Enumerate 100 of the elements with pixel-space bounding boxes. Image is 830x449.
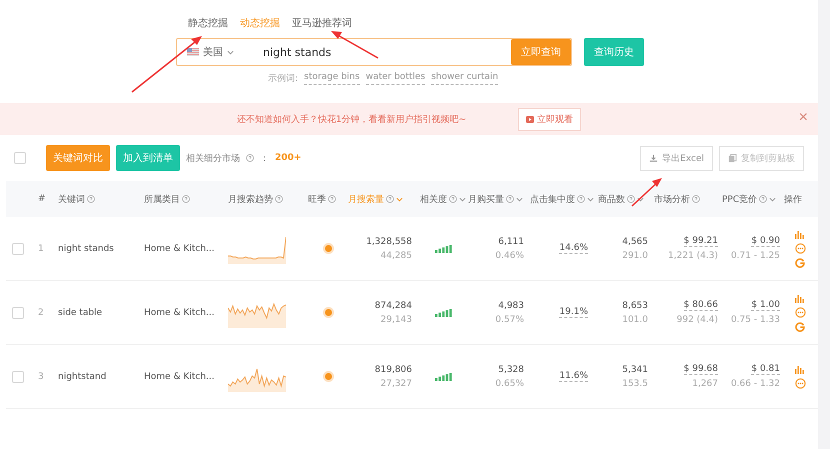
peak-season-icon [324,309,332,316]
mode-tab[interactable]: 动态挖掘 [240,16,280,38]
notice-text: 还不知道如何入手？快花1分钟，看看新用户指引视频吧~ [236,114,466,126]
search-volume-daily: 29,143 [380,314,412,324]
search-field[interactable]: 美国 night stands 立即查询 [176,38,572,66]
purchase-count: 4,983 [498,300,524,310]
purchase-rate: 0.46% [495,250,524,260]
search-volume-daily: 44,285 [380,250,412,260]
separator-text: ： [260,152,269,164]
chevron-down-icon[interactable] [516,196,523,202]
copy-icon [728,154,737,162]
purchase-count: 6,111 [498,236,524,246]
bar-chart-icon[interactable] [795,294,805,302]
product-ratio: 101.0 [622,314,648,324]
ppc-bid: $ 0.90 [751,236,780,247]
search-volume-daily: 27,327 [380,378,412,388]
ppc-bid: $ 0.81 [751,364,780,375]
category-text: Home & Kitch... [144,372,216,382]
search-button[interactable]: 立即查询 [511,39,571,65]
chevron-down-icon[interactable] [396,196,403,202]
help-icon[interactable] [386,195,394,203]
purchase-count: 5,328 [498,364,524,374]
add-to-list-button[interactable]: 加入到清单 [116,145,180,171]
google-icon[interactable] [795,258,805,268]
example-keyword-link[interactable]: shower curtain [431,72,498,85]
help-icon[interactable] [246,154,254,162]
search-volume: 1,328,558 [366,236,412,246]
help-icon[interactable] [506,195,514,203]
help-icon[interactable] [328,195,336,203]
help-icon[interactable] [627,195,635,203]
export-button[interactable]: 导出Excel [640,146,713,170]
help-icon[interactable] [182,195,190,203]
column-header[interactable]: 月购买量 [468,192,530,206]
chevron-down-icon[interactable] [587,196,594,202]
row-checkbox[interactable] [12,242,24,254]
relevance-bars-icon [435,245,453,254]
review-count: 1,267 [692,379,718,389]
history-button[interactable]: 查询历史 [584,38,644,66]
purchase-rate: 0.65% [495,378,524,388]
product-ratio: 291.0 [622,250,648,260]
close-button[interactable]: × [798,109,808,127]
chevron-down-icon[interactable] [227,50,234,54]
chevron-down-icon[interactable] [637,196,644,202]
keyword-link[interactable]: side table [58,308,144,318]
help-icon[interactable] [87,195,95,203]
keyword-link[interactable]: night stands [58,244,144,254]
annotation-arrow [630,176,664,208]
copy-button[interactable]: 复制到剪贴板 [719,146,804,170]
column-header: 所属类目 [144,192,228,206]
average-price: $ 99.21 [684,236,718,247]
peak-season-icon [324,373,332,380]
help-icon[interactable] [692,195,700,203]
product-ratio: 153.5 [622,378,648,388]
column-header[interactable]: 商品数 [598,192,654,206]
related-markets-count: 200+ [275,153,302,163]
product-count: 4,565 [622,236,648,246]
column-header: 操作 [784,194,803,206]
row-checkbox[interactable] [12,370,24,382]
chevron-down-icon[interactable] [769,196,776,202]
bar-chart-icon[interactable] [795,364,805,374]
help-icon[interactable] [275,195,283,203]
mode-tab[interactable]: 亚马逊推荐词 [292,16,352,38]
chevron-down-icon[interactable] [459,196,466,202]
chat-icon[interactable] [794,378,806,388]
help-icon[interactable] [449,195,457,203]
column-header: 关键词 [58,192,144,206]
chat-icon[interactable] [794,242,806,254]
average-price: $ 99.68 [684,364,718,375]
example-keyword-link[interactable]: water bottles [366,72,426,85]
click-share: 11.6% [559,371,588,382]
ppc-bid: $ 1.00 [751,300,780,311]
mode-tab[interactable]: 静态挖掘 [188,16,228,38]
chat-icon[interactable] [794,306,806,318]
column-header[interactable]: 点击集中度 [530,192,598,206]
flag-icon [187,48,199,56]
review-count: 1,221 (4.3) [668,251,718,261]
ppc-range: 0.71 - 1.25 [730,251,780,261]
help-icon[interactable] [759,195,768,203]
column-header[interactable]: 相关度 [420,192,468,206]
row-checkbox[interactable] [12,306,24,318]
compare-button[interactable]: 关键词对比 [46,145,110,171]
help-icon[interactable] [577,195,585,203]
relevance-bars-icon [435,309,453,318]
row-number: 3 [38,372,45,382]
download-icon [649,154,658,162]
annotation-arrow [330,30,380,60]
google-icon[interactable] [795,322,805,332]
watch-video-button[interactable]: 立即观看 [518,108,582,130]
bar-chart-icon[interactable] [795,230,805,238]
column-header[interactable]: 月搜索量 [348,192,420,206]
column-header: 月搜索趋势 [228,192,308,206]
row-number: 2 [38,308,45,318]
video-icon [526,116,534,122]
keyword-link[interactable]: nightstand [58,372,144,382]
example-keyword-link[interactable]: storage bins [304,72,360,85]
peak-season-icon [324,245,332,252]
column-header[interactable]: PPC竞价 [722,192,784,206]
select-all-checkbox[interactable] [14,152,26,164]
country-select[interactable]: 美国 [177,39,257,65]
product-count: 5,341 [622,364,648,374]
